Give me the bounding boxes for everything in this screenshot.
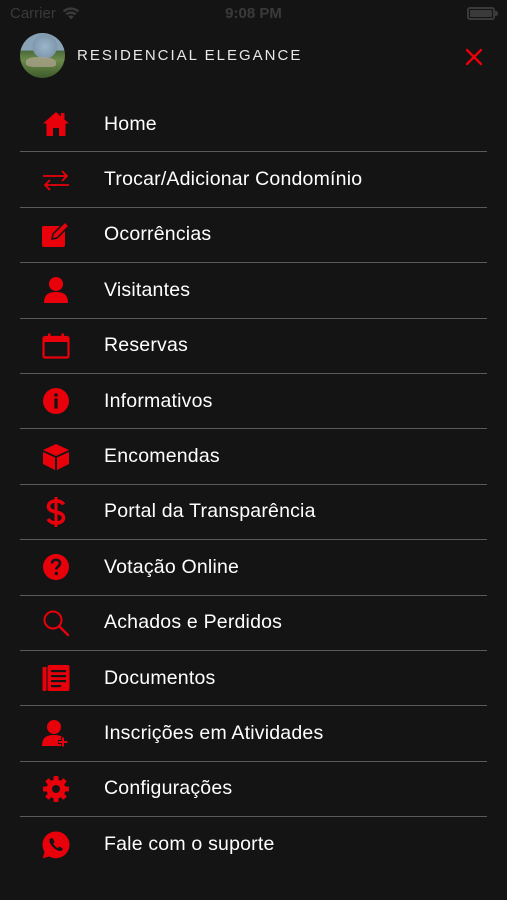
menu-item-label: Ocorrências <box>104 223 212 246</box>
menu-item-label: Achados e Perdidos <box>104 611 283 634</box>
condominium-title: RESIDENCIAL ELEGANCE <box>77 47 303 64</box>
calendar-icon <box>40 330 72 362</box>
menu-item-lost-and-found[interactable]: Achados e Perdidos <box>20 596 487 651</box>
person-icon <box>40 274 72 306</box>
menu-item-label: Portal da Transparência <box>104 500 316 523</box>
menu-item-documents[interactable]: Documentos <box>20 651 487 707</box>
menu-item-label: Inscrições em Atividades <box>104 721 324 744</box>
document-icon <box>40 662 72 694</box>
battery-icon <box>467 7 498 20</box>
status-bar: Carrier 9:08 PM <box>0 0 507 28</box>
menu-item-transparency-portal[interactable]: Portal da Transparência <box>20 485 487 541</box>
menu-item-label: Trocar/Adicionar Condomínio <box>104 168 363 191</box>
menu-item-label: Visitantes <box>104 278 191 301</box>
swap-arrows-icon <box>40 164 72 196</box>
person-add-icon <box>40 717 72 749</box>
menu-item-visitors[interactable]: Visitantes <box>20 263 487 319</box>
info-icon <box>40 385 72 417</box>
dollar-icon <box>40 496 72 528</box>
question-icon <box>40 551 72 583</box>
menu-item-activity-registrations[interactable]: Inscrições em Atividades <box>20 706 487 762</box>
menu-item-switch-condominium[interactable]: Trocar/Adicionar Condomínio <box>20 152 487 208</box>
gear-icon <box>40 773 72 805</box>
menu-item-label: Configurações <box>104 777 233 800</box>
drawer-menu: Home Trocar/Adicionar Condomínio Ocorrên… <box>20 97 487 872</box>
close-button[interactable] <box>460 43 488 71</box>
menu-item-label: Home <box>104 112 157 135</box>
menu-item-occurrences[interactable]: Ocorrências <box>20 208 487 264</box>
drawer-header: RESIDENCIAL ELEGANCE <box>0 33 507 79</box>
edit-note-icon <box>40 219 72 251</box>
menu-item-packages[interactable]: Encomendas <box>20 429 487 485</box>
package-icon <box>40 441 72 473</box>
avatar <box>20 33 65 78</box>
menu-item-online-voting[interactable]: Votação Online <box>20 540 487 596</box>
home-icon <box>40 108 72 140</box>
menu-item-contact-support[interactable]: Fale com o suporte <box>20 817 487 872</box>
close-icon <box>465 48 483 66</box>
menu-item-reservations[interactable]: Reservas <box>20 319 487 374</box>
whatsapp-icon <box>40 829 72 861</box>
menu-item-home[interactable]: Home <box>20 97 487 153</box>
menu-item-newsletters[interactable]: Informativos <box>20 374 487 430</box>
menu-item-label: Reservas <box>104 334 188 357</box>
menu-item-label: Informativos <box>104 389 213 412</box>
search-icon <box>40 607 72 639</box>
menu-item-label: Encomendas <box>104 445 220 468</box>
menu-item-settings[interactable]: Configurações <box>20 762 487 818</box>
menu-item-label: Documentos <box>104 666 216 689</box>
menu-item-label: Votação Online <box>104 555 240 578</box>
menu-item-label: Fale com o suporte <box>104 833 275 856</box>
status-time: 9:08 PM <box>225 5 282 22</box>
